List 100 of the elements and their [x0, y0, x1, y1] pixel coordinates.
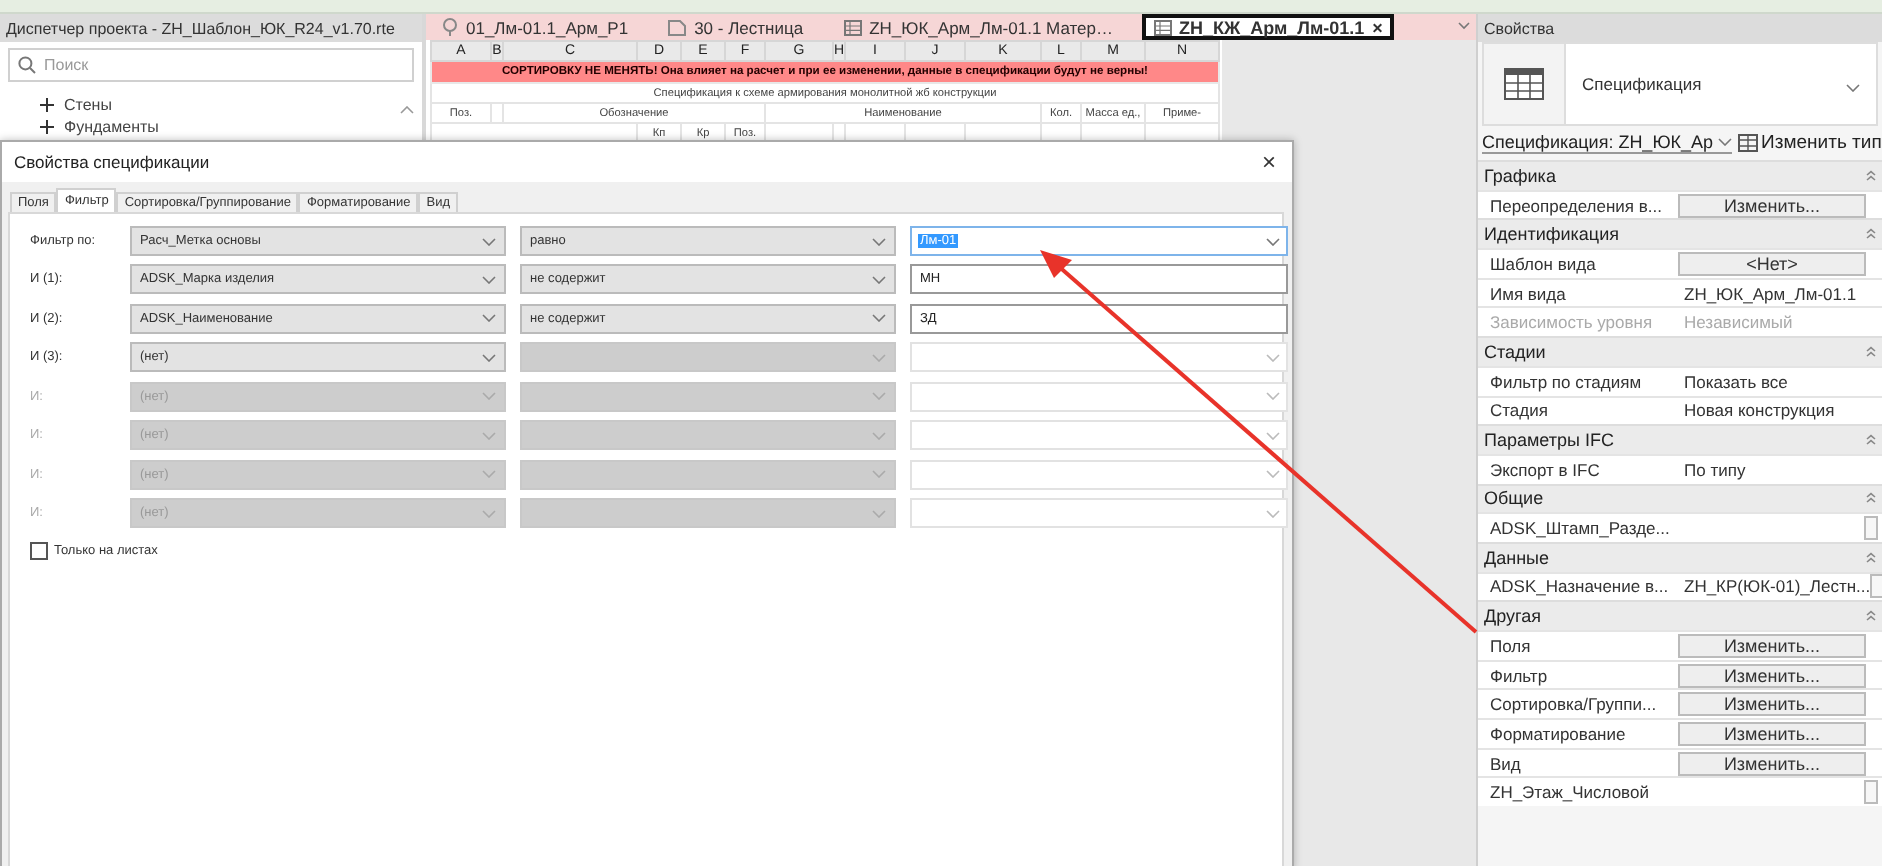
property-label: ADSK_Назначение в...	[1488, 576, 1671, 597]
property-value[interactable]: ZH_ЮК_Арм_Лм-01.1	[1678, 283, 1882, 304]
caret-icon	[872, 314, 886, 323]
type-selector[interactable]: Спецификация	[1482, 42, 1878, 126]
caret-icon	[872, 275, 886, 284]
caret-icon	[1266, 392, 1280, 401]
value-dropdown[interactable]	[910, 420, 1288, 451]
group-title: Параметры IFC	[1484, 430, 1614, 451]
edit-button[interactable]: Изменить...	[1678, 721, 1866, 746]
caret-icon	[872, 431, 886, 440]
edit-button[interactable]: Изменить...	[1678, 751, 1866, 776]
property-label: Переопределения в...	[1488, 195, 1664, 216]
value-dropdown[interactable]	[910, 342, 1288, 373]
caret-icon	[872, 237, 886, 245]
scroll-thumb[interactable]	[1864, 780, 1878, 805]
group-title: Идентификация	[1484, 224, 1619, 245]
condition-dropdown[interactable]	[520, 420, 896, 451]
pane-title: Диспетчер проекта - ZH_Шаблон_ЮК_R24_v1.70.rte	[0, 14, 422, 42]
collapse-icon[interactable]	[1866, 228, 1876, 241]
property-label: Фильтр по стадиям	[1488, 371, 1644, 392]
scroll-thumb[interactable]	[1870, 574, 1882, 599]
group-title: Общие	[1484, 488, 1544, 509]
condition-dropdown[interactable]	[520, 459, 896, 490]
group-title: Графика	[1484, 165, 1556, 186]
value-dropdown[interactable]	[910, 498, 1288, 529]
table-icon	[1504, 68, 1544, 100]
group-title: Стадии	[1484, 341, 1546, 362]
scroll-thumb[interactable]	[1864, 516, 1878, 541]
collapse-icon[interactable]	[1866, 610, 1876, 623]
value-dropdown[interactable]	[910, 459, 1288, 490]
edit-button[interactable]: Изменить...	[1678, 633, 1866, 658]
view-tab[interactable]: ZH_ЮК_Арм_Лм-01.1 Матер…	[831, 14, 1125, 40]
caret-icon	[482, 509, 496, 518]
caret-icon	[482, 353, 496, 362]
property-label: ZH_Этаж_Числовой	[1488, 782, 1651, 803]
type-icon	[1737, 134, 1758, 152]
caret-icon	[482, 314, 496, 323]
close-button[interactable]: ×	[1257, 148, 1280, 176]
checkbox[interactable]	[30, 541, 48, 560]
caret-icon	[482, 237, 496, 245]
property-value[interactable]: По типу	[1678, 459, 1882, 480]
search-icon	[18, 56, 36, 74]
condition-dropdown[interactable]	[520, 342, 896, 373]
collapse-icon[interactable]	[1866, 434, 1876, 447]
caret-icon	[1266, 353, 1280, 362]
caret-icon	[872, 392, 886, 401]
caret-icon	[1266, 431, 1280, 440]
condition-dropdown[interactable]	[520, 381, 896, 412]
tree-item[interactable]: Стены	[64, 96, 112, 114]
property-label: Форматирование	[1488, 723, 1628, 744]
caret-icon	[1266, 470, 1280, 479]
tree-item[interactable]: Фундаменты	[64, 118, 159, 136]
edit-button[interactable]: Изменить...	[1678, 692, 1866, 717]
property-label: Поля	[1488, 635, 1533, 656]
caret-icon	[1266, 509, 1280, 518]
property-label: Экспорт в IFC	[1488, 459, 1602, 480]
property-label: Зависимость уровня	[1488, 312, 1655, 333]
pane-title: Свойства	[1478, 14, 1882, 42]
group-title: Другая	[1484, 606, 1541, 627]
property-label: Имя вида	[1488, 283, 1568, 304]
table-icon	[843, 19, 862, 35]
property-label: Фильтр	[1488, 665, 1550, 686]
property-label: ADSK_Штамп_Разде...	[1488, 518, 1672, 539]
table-icon	[1153, 19, 1171, 35]
caret-icon	[872, 470, 886, 479]
collapse-icon[interactable]	[1866, 551, 1876, 564]
property-label: Вид	[1488, 753, 1523, 774]
expand-icon[interactable]	[40, 98, 54, 112]
expand-icon[interactable]	[40, 120, 54, 134]
view-tab[interactable]: ZH_КЖ_Арм_Лм-01.1 ×	[1141, 14, 1395, 40]
view-tab[interactable]: 01_Лм-01.1_Арм_Р1	[430, 14, 641, 40]
view-tab[interactable]: 30 - Лестница	[656, 14, 816, 40]
edit-button[interactable]: <Нет>	[1678, 251, 1866, 276]
edit-type-button[interactable]: Изменить тип	[1737, 132, 1882, 154]
condition-dropdown[interactable]	[520, 498, 896, 529]
caret-icon	[872, 509, 886, 518]
edit-button[interactable]: Изменить...	[1678, 193, 1866, 218]
property-label: Стадия	[1488, 400, 1550, 421]
caret-icon	[872, 353, 886, 362]
property-label: Сортировка/Группи...	[1488, 694, 1659, 715]
edit-button[interactable]: Изменить...	[1678, 663, 1866, 688]
caret-icon	[482, 431, 496, 440]
sheet-icon	[668, 19, 687, 35]
collapse-icon[interactable]	[1866, 169, 1876, 182]
instance-selector[interactable]: Спецификация: ZH_ЮК_Ар	[1482, 132, 1732, 154]
caret-icon	[482, 392, 496, 401]
property-value[interactable]: Новая конструкция	[1678, 400, 1882, 421]
dialog-title: Свойства спецификации	[14, 152, 210, 172]
property-value[interactable]: ZH_КР(ЮК-01)_Лестн...	[1678, 576, 1871, 597]
pin-icon	[442, 18, 458, 36]
collapse-icon[interactable]	[1866, 492, 1876, 505]
caret-icon	[1266, 237, 1280, 245]
property-value[interactable]: Показать все	[1678, 371, 1882, 392]
caret-icon	[482, 470, 496, 479]
property-label: Шаблон вида	[1488, 253, 1598, 274]
caret-icon[interactable]	[1458, 22, 1470, 30]
scroll-up-icon[interactable]	[400, 106, 414, 114]
value-dropdown[interactable]	[910, 381, 1288, 412]
collapse-icon[interactable]	[1866, 345, 1876, 358]
caret-icon	[1717, 138, 1732, 146]
